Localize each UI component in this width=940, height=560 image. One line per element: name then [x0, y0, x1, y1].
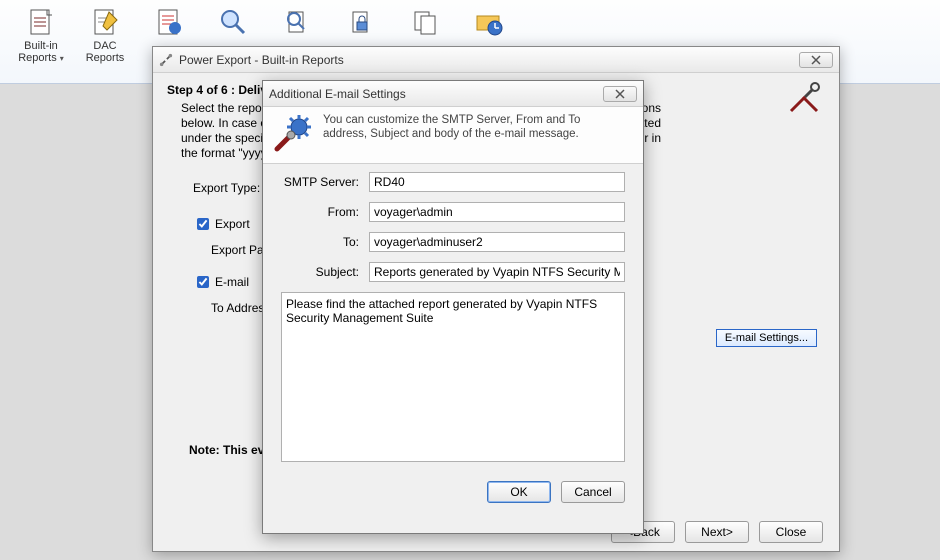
dialog-title: Additional E-mail Settings: [269, 87, 603, 101]
close-button[interactable]: Close: [759, 521, 823, 543]
to-input[interactable]: [369, 232, 625, 252]
email-label: E-mail: [215, 275, 249, 289]
to-label: To:: [281, 235, 369, 249]
dialog-button-row: OK Cancel: [263, 473, 643, 515]
close-icon: [810, 55, 822, 65]
from-input[interactable]: [369, 202, 625, 222]
cancel-button[interactable]: Cancel: [561, 481, 625, 503]
ok-button[interactable]: OK: [487, 481, 551, 503]
close-icon: [614, 89, 626, 99]
next-button[interactable]: Next>: [685, 521, 749, 543]
ribbon-dac-reports[interactable]: DACReports: [74, 2, 136, 81]
export-checkbox[interactable]: [197, 218, 209, 230]
dialog-form: SMTP Server: From: To: Subject:: [263, 164, 643, 473]
email-checkbox[interactable]: [197, 276, 209, 288]
pencil-report-icon: [89, 6, 121, 38]
ribbon-label: DACReports: [86, 40, 125, 64]
from-label: From:: [281, 205, 369, 219]
wizard-titlebar: Power Export - Built-in Reports: [153, 47, 839, 73]
clock-folder-icon: [473, 6, 505, 38]
dialog-titlebar: Additional E-mail Settings: [263, 81, 643, 107]
ribbon-label: Built-inReports▾: [18, 40, 64, 65]
dialog-header: You can customize the SMTP Server, From …: [263, 107, 643, 164]
dialog-close-button[interactable]: [603, 86, 637, 102]
tools-icon: [787, 81, 821, 115]
search-doc-icon: [281, 6, 313, 38]
ribbon-builtin-reports[interactable]: Built-inReports▾: [10, 2, 72, 81]
search-icon: [217, 6, 249, 38]
email-settings-dialog: Additional E-mail Settings You can custo…: [262, 80, 644, 534]
body-textarea[interactable]: [281, 292, 625, 462]
dialog-header-text: You can customize the SMTP Server, From …: [323, 113, 603, 153]
report-icon: [25, 6, 57, 38]
chevron-down-icon: ▾: [60, 54, 64, 63]
wrench-gear-icon: [273, 113, 313, 153]
wizard-close-button[interactable]: [799, 52, 833, 68]
lock-doc-icon: [345, 6, 377, 38]
wizard-title: Power Export - Built-in Reports: [179, 53, 799, 67]
email-settings-button[interactable]: E-mail Settings...: [716, 329, 817, 347]
copy-icon: [409, 6, 441, 38]
subject-label: Subject:: [281, 265, 369, 279]
tools-icon: [159, 53, 173, 67]
smtp-input[interactable]: [369, 172, 625, 192]
smtp-label: SMTP Server:: [281, 175, 369, 189]
export-label: Export: [215, 217, 250, 231]
subject-input[interactable]: [369, 262, 625, 282]
report-list-icon: [153, 6, 185, 38]
